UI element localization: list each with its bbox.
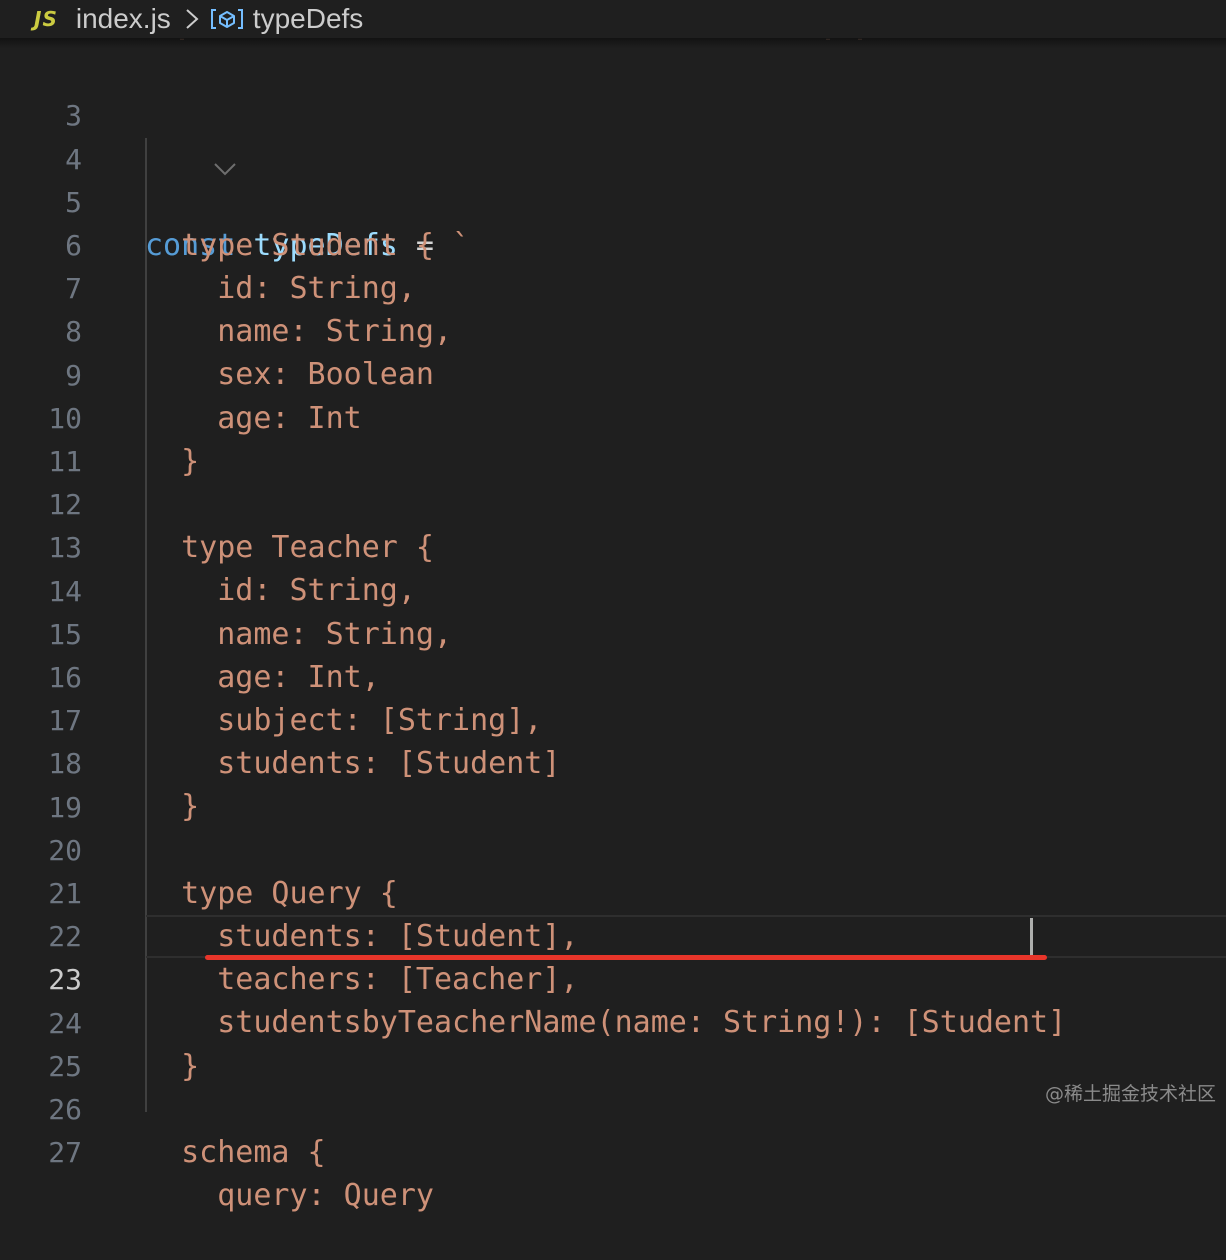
- code-line[interactable]: 7 name: String,: [0, 224, 1226, 349]
- javascript-file-icon: JS: [34, 7, 58, 31]
- code-line[interactable]: 21 students: [Student],: [0, 829, 1226, 954]
- line-code[interactable]: query: Query: [145, 1174, 434, 1217]
- code-line[interactable]: 10 }: [0, 354, 1226, 479]
- code-line[interactable]: 18 }: [0, 699, 1226, 824]
- code-editor[interactable]: 3 4 const typeDefs = ` 5 type Student { …: [0, 0, 1226, 1213]
- code-line[interactable]: 3: [0, 51, 1226, 132]
- code-line[interactable]: 14 name: String,: [0, 527, 1226, 652]
- code-line[interactable]: 15 age: Int,: [0, 570, 1226, 695]
- scroll-shadow: [0, 38, 1226, 48]
- code-line[interactable]: 24 }: [0, 959, 1226, 1084]
- line-code[interactable]: schema {: [145, 1131, 326, 1174]
- breadcrumb-file[interactable]: index.js: [76, 3, 171, 35]
- text-cursor: [1030, 918, 1033, 956]
- code-line-active[interactable]: 23 studentsbyTeacherName(name: String!):…: [0, 915, 1226, 1040]
- code-line[interactable]: 8 sex: Boolean: [0, 267, 1226, 392]
- code-line[interactable]: 19: [0, 743, 1226, 824]
- variable-symbol-icon: [209, 4, 245, 34]
- code-line[interactable]: 16 subject: [String],: [0, 613, 1226, 738]
- code-line[interactable]: 13 id: String,: [0, 483, 1226, 608]
- code-line[interactable]: 12 type Teacher {: [0, 440, 1226, 565]
- code-line[interactable]: 27 query: Query: [0, 1088, 1226, 1213]
- breadcrumb-symbol[interactable]: typeDefs: [253, 3, 364, 35]
- code-line[interactable]: 9 age: Int: [0, 311, 1226, 436]
- code-line[interactable]: 4 const typeDefs = `: [0, 95, 1226, 263]
- code-line[interactable]: 5 type Student {: [0, 138, 1226, 263]
- watermark: @稀土掘金技术社区: [1044, 1083, 1216, 1105]
- code-line[interactable]: 22 teachers: [Teacher],: [0, 872, 1226, 997]
- breadcrumb: JS index.js typeDefs: [0, 0, 1226, 38]
- code-line[interactable]: 6 id: String,: [0, 181, 1226, 306]
- chevron-right-icon: [181, 4, 203, 34]
- line-number: 27: [48, 1136, 82, 1169]
- chevron-down-icon[interactable]: [104, 105, 237, 176]
- code-line[interactable]: 20 type Query {: [0, 786, 1226, 911]
- code-line[interactable]: 26 schema {: [0, 1045, 1226, 1170]
- code-line[interactable]: 17 students: [Student]: [0, 656, 1226, 781]
- code-line[interactable]: 25: [0, 1002, 1226, 1083]
- code-line[interactable]: 11: [0, 397, 1226, 478]
